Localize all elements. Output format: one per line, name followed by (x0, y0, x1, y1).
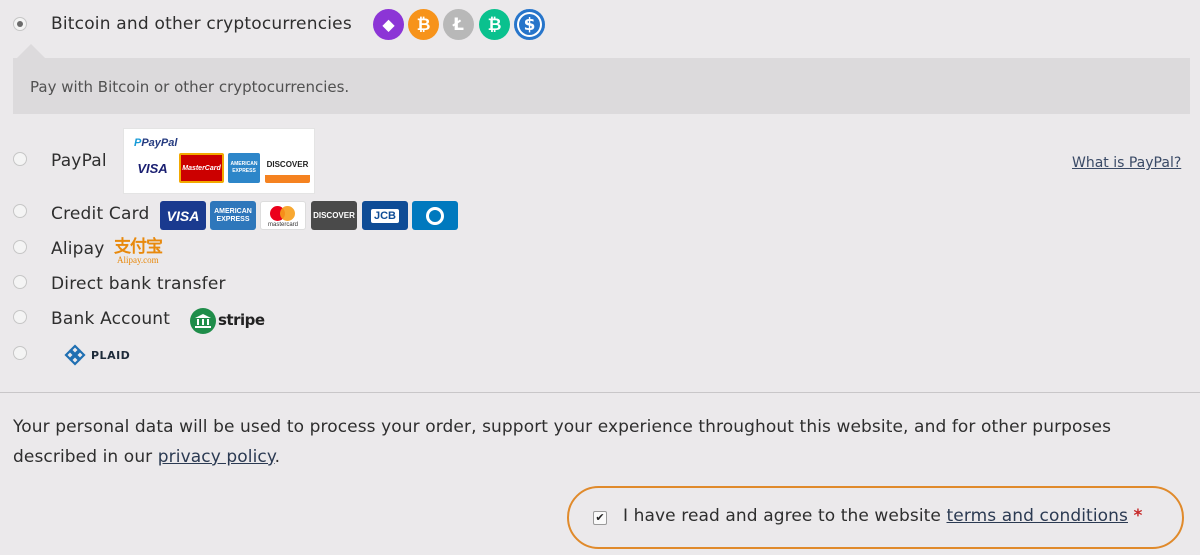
discover-icon: DISCOVER (311, 201, 357, 230)
usd-coin-icon: $ (514, 9, 545, 40)
diners-club-icon (412, 201, 458, 230)
terms-link[interactable]: terms and conditions (947, 506, 1128, 526)
paypal-mastercard-icon: MasterCard (179, 153, 224, 183)
plaid-logo-text: PLAID (91, 349, 131, 362)
required-marker: * (1133, 506, 1143, 526)
jcb-icon: JCB (362, 201, 408, 230)
radio-bank-transfer[interactable] (13, 275, 27, 289)
paypal-label[interactable]: PayPal (51, 151, 107, 171)
litecoin-icon: Ł (443, 9, 474, 40)
alipay-label[interactable]: Alipay (51, 239, 105, 259)
paypal-logo-text: PayPal (141, 137, 178, 149)
alipay-logo-cn: 支付宝 (114, 237, 163, 257)
radio-alipay[interactable] (13, 240, 27, 254)
bank-icon (190, 308, 216, 334)
credit-card-label[interactable]: Credit Card (51, 204, 150, 224)
bank-transfer-label[interactable]: Direct bank transfer (51, 274, 226, 294)
paypal-acceptance-mark[interactable]: PPayPal VISA MasterCard AMERICAN EXPRESS… (123, 128, 315, 194)
description-pointer (17, 44, 45, 58)
bitcoin-cash-icon: ₿ (479, 9, 510, 40)
jcb-text: JCB (370, 208, 399, 223)
mastercard-text: mastercard (267, 222, 298, 228)
amex-icon: AMERICAN EXPRESS (210, 201, 256, 230)
radio-credit-card[interactable] (13, 204, 27, 218)
radio-bank-account[interactable] (13, 310, 27, 324)
bitcoin-icon: ₿ (408, 9, 439, 40)
paypal-visa-icon: VISA (130, 153, 175, 183)
alipay-logo: 支付宝 Alipay.com (114, 232, 174, 268)
stripe-logo: stripe (218, 311, 265, 329)
visa-icon: VISA (160, 201, 206, 230)
section-divider (0, 392, 1200, 393)
privacy-notice: Your personal data will be used to proce… (13, 412, 1183, 472)
paypal-logo: PPayPal (134, 137, 178, 149)
privacy-policy-link[interactable]: privacy policy (158, 447, 275, 467)
radio-plaid[interactable] (13, 346, 27, 360)
bank-account-label[interactable]: Bank Account (51, 309, 170, 329)
terms-label[interactable]: I have read and agree to the website ter… (623, 506, 1143, 526)
plaid-icon (64, 344, 86, 366)
mastercard-icon: mastercard (260, 201, 306, 230)
radio-paypal[interactable] (13, 152, 27, 166)
paypal-discover-icon: DISCOVER (265, 153, 310, 183)
crypto-description: Pay with Bitcoin or other cryptocurrenci… (30, 78, 350, 96)
alipay-logo-en: Alipay.com (117, 255, 159, 265)
crypto-label[interactable]: Bitcoin and other cryptocurrencies (51, 14, 352, 34)
paypal-amex-icon: AMERICAN EXPRESS (228, 153, 260, 183)
what-is-paypal-link[interactable]: What is PayPal? (1072, 155, 1181, 171)
terms-checkbox[interactable]: ✔ (593, 511, 607, 525)
ethereum-icon: ◆ (373, 9, 404, 40)
radio-crypto[interactable] (13, 17, 27, 31)
privacy-period: . (274, 447, 281, 467)
terms-text: I have read and agree to the website (623, 506, 947, 526)
